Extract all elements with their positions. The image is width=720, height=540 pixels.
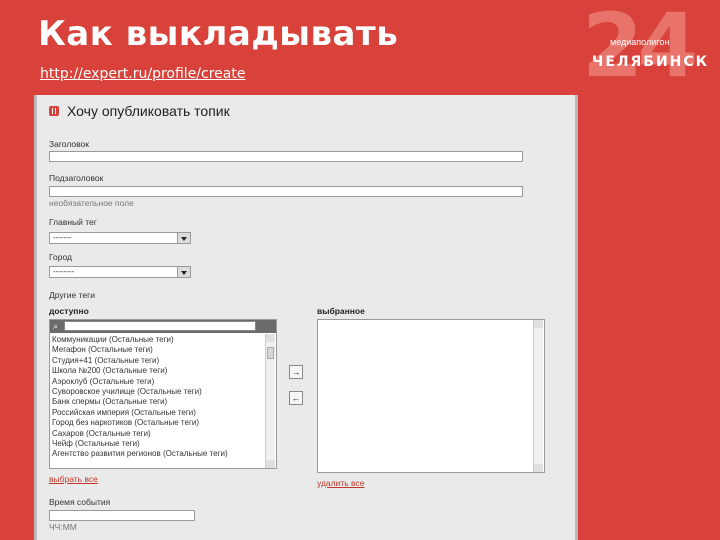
main-tag-label: Главный тег — [49, 217, 97, 227]
subtitle-input[interactable] — [49, 186, 523, 197]
available-items: Коммуникации (Остальные теги) Мегафон (О… — [52, 335, 262, 460]
tag-filter-input[interactable] — [64, 321, 256, 331]
list-item[interactable]: Коммуникации (Остальные теги) — [52, 335, 262, 345]
available-header: доступно — [49, 306, 89, 316]
list-item[interactable]: Мегафон (Остальные теги) — [52, 345, 262, 355]
filter-bar: ⌕ — [50, 320, 276, 333]
pause-icon — [49, 106, 59, 116]
logo-subtitle: медиаполигон — [610, 37, 670, 47]
city-select[interactable]: -------- — [49, 266, 191, 278]
slide-title: Как выкладывать — [38, 14, 399, 54]
selected-scrollbar[interactable] — [533, 320, 543, 472]
city-label: Город — [49, 252, 72, 262]
title-label: Заголовок — [49, 139, 89, 149]
selected-header: выбранное — [317, 306, 365, 316]
form-screenshot: Хочу опубликовать топик Заголовок Подзаг… — [34, 95, 578, 540]
selected-tags-list[interactable] — [317, 319, 545, 473]
city-value: -------- — [53, 267, 75, 276]
event-time-input[interactable] — [49, 510, 195, 521]
list-item[interactable]: Город без наркотиков (Остальные теги) — [52, 418, 262, 428]
subtitle-label: Подзаголовок — [49, 173, 104, 183]
scroll-thumb[interactable] — [267, 347, 274, 359]
scroll-up-button[interactable] — [266, 334, 275, 342]
time-format-hint: ЧЧ:ММ — [49, 522, 77, 532]
search-icon: ⌕ — [53, 321, 59, 331]
scroll-up-button[interactable] — [534, 320, 543, 328]
main-tag-select[interactable]: ------- — [49, 232, 191, 244]
list-item[interactable]: Студия+41 (Остальные теги) — [52, 356, 262, 366]
media-logo: 24 медиаполигон ЧЕЛЯБИНСК — [582, 2, 707, 96]
list-item[interactable]: Российская империя (Остальные теги) — [52, 408, 262, 418]
available-tags-list[interactable]: ⌕ Коммуникации (Остальные теги) Мегафон … — [49, 319, 277, 469]
list-item[interactable]: Школа №200 (Остальные теги) — [52, 366, 262, 376]
logo-city: ЧЕЛЯБИНСК — [592, 54, 710, 70]
remove-all-link[interactable]: удалить все — [317, 478, 364, 488]
list-item[interactable]: Агентство развития регионов (Остальные т… — [52, 449, 262, 459]
list-item[interactable]: Чейф (Остальные теги) — [52, 439, 262, 449]
form-title: Хочу опубликовать топик — [67, 103, 230, 119]
optional-hint: необязательное поле — [49, 198, 134, 208]
list-item[interactable]: Аэроклуб (Остальные теги) — [52, 377, 262, 387]
add-tag-button[interactable]: → — [289, 365, 303, 379]
chevron-down-icon[interactable] — [177, 233, 190, 243]
event-time-label: Время события — [49, 497, 111, 507]
select-all-link[interactable]: выбрать все — [49, 474, 98, 484]
main-tag-value: ------- — [53, 233, 72, 242]
available-scrollbar[interactable] — [265, 334, 275, 468]
list-item[interactable]: Суворовское училище (Остальные теги) — [52, 387, 262, 397]
scroll-down-button[interactable] — [266, 460, 275, 468]
slide-url-link[interactable]: http://expert.ru/profile/create — [40, 66, 245, 82]
title-input[interactable] — [49, 151, 523, 162]
chevron-down-icon[interactable] — [177, 267, 190, 277]
remove-tag-button[interactable]: ← — [289, 391, 303, 405]
list-item[interactable]: Банк спермы (Остальные теги) — [52, 397, 262, 407]
other-tags-label: Другие теги — [49, 290, 95, 300]
list-item[interactable]: Сахаров (Остальные теги) — [52, 429, 262, 439]
scroll-down-button[interactable] — [534, 464, 543, 472]
form-header: Хочу опубликовать топик — [49, 103, 230, 119]
